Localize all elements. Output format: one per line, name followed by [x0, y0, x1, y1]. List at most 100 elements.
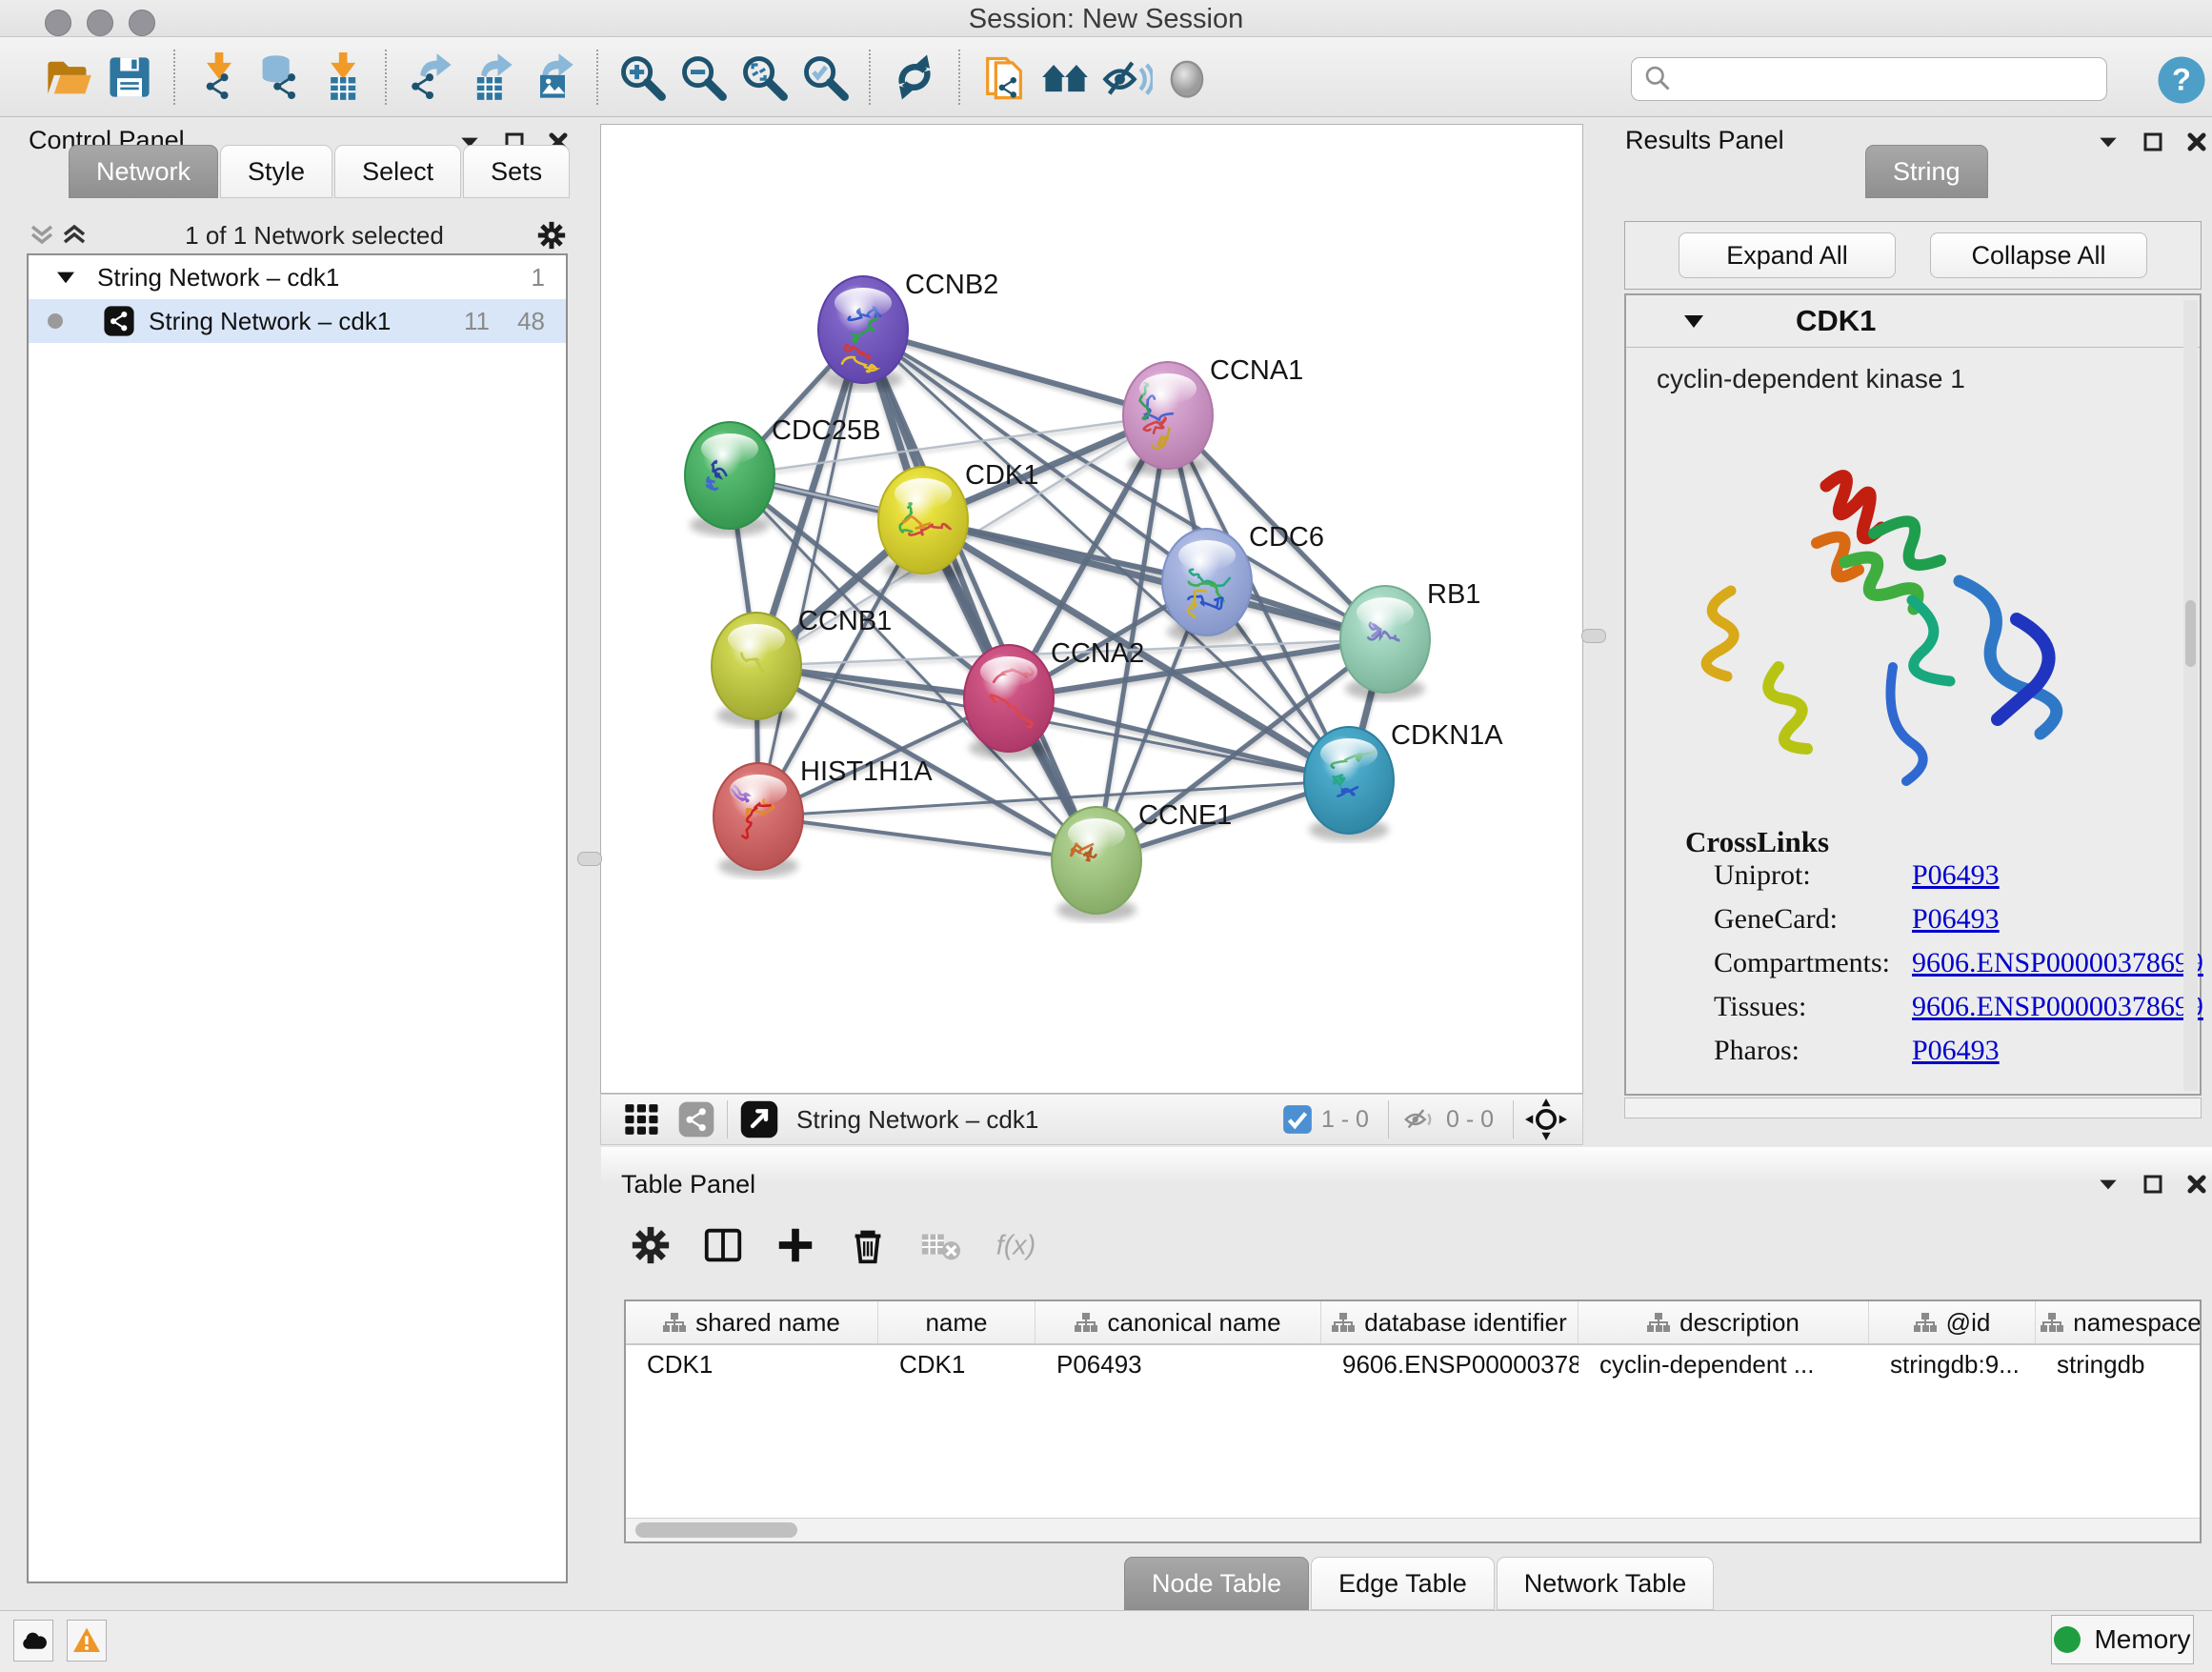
tab-network[interactable]: Network: [69, 145, 218, 198]
crosslink-link[interactable]: 9606.ENSP00000378699: [1912, 991, 2203, 1023]
split-columns-icon[interactable]: [701, 1223, 745, 1267]
table-hscrollbar[interactable]: [626, 1518, 2200, 1541]
gene-caret-icon[interactable]: [1681, 312, 1706, 331]
column-header-id[interactable]: @id: [1869, 1301, 2036, 1343]
gear-icon[interactable]: [629, 1223, 673, 1267]
network-share-icon[interactable]: [677, 1100, 715, 1138]
crosslink-link[interactable]: P06493: [1912, 1035, 2000, 1067]
network-edge[interactable]: [758, 330, 863, 816]
crosslink-row: GeneCard:P06493: [1626, 903, 2200, 947]
column-header-database-identifier[interactable]: database identifier: [1321, 1301, 1579, 1343]
add-column-icon[interactable]: [774, 1223, 817, 1267]
network-row-selected[interactable]: String Network – cdk1 11 48: [29, 299, 566, 343]
tab-node-table[interactable]: Node Table: [1124, 1557, 1309, 1610]
cell-description[interactable]: cyclin-dependent ...: [1579, 1345, 1869, 1383]
export-table-button[interactable]: [461, 47, 522, 108]
export-network-button[interactable]: [400, 47, 461, 108]
column-label: namespace: [2073, 1308, 2201, 1338]
import-network-button[interactable]: [189, 47, 250, 108]
column-header-canonical-name[interactable]: canonical name: [1036, 1301, 1321, 1343]
zoom-selected-button[interactable]: [794, 47, 855, 108]
column-header-namespace[interactable]: namespace: [2036, 1301, 2202, 1343]
cell-database-identifier[interactable]: 9606.ENSP00000378699: [1321, 1345, 1579, 1383]
warnings-button[interactable]: [67, 1620, 107, 1662]
network-node-CCNA1[interactable]: CCNA1: [1123, 355, 1303, 476]
open-external-icon[interactable]: [739, 1099, 779, 1139]
cell-shared-name[interactable]: CDK1: [626, 1345, 878, 1383]
results-scrollbar-thumb[interactable]: [2185, 600, 2196, 667]
network-edge[interactable]: [758, 816, 1096, 860]
open-session-button[interactable]: [38, 47, 99, 108]
zoom-fit-button[interactable]: [734, 47, 794, 108]
shared-column-icon: [1914, 1312, 1937, 1333]
memory-button[interactable]: Memory: [2051, 1615, 2194, 1664]
cell-id[interactable]: stringdb:9...: [1869, 1345, 2036, 1383]
zoom-in-button[interactable]: [612, 47, 673, 108]
float-panel-icon[interactable]: [2142, 1173, 2164, 1196]
table-row[interactable]: CDK1CDK1P064939606.ENSP00000378699cyclin…: [626, 1345, 2200, 1383]
node-label: RB1: [1427, 579, 1480, 610]
crosslink-row: Tissues:9606.ENSP00000378699: [1626, 991, 2200, 1035]
save-session-icon: [105, 52, 154, 102]
expand-all-button[interactable]: Expand All: [1679, 232, 1896, 278]
search-input[interactable]: [1676, 59, 2106, 99]
gene-header-row[interactable]: CDK1: [1626, 295, 2200, 348]
network-options-gear-icon[interactable]: [535, 219, 568, 252]
network-collection-row[interactable]: String Network – cdk1 1: [29, 255, 566, 299]
collapse-panel-icon[interactable]: [2096, 130, 2121, 154]
tab-network-table[interactable]: Network Table: [1497, 1557, 1715, 1610]
left-splitter-handle[interactable]: [577, 852, 602, 866]
network-canvas[interactable]: CCNB2CCNA1CDC25BCDK1CDC6RB1CCNB1CCNA2CDK…: [600, 124, 1583, 1094]
cell-canonical-name[interactable]: P06493: [1036, 1345, 1321, 1383]
cloud-button[interactable]: [13, 1620, 53, 1662]
birdseye-grid-icon[interactable]: [622, 1100, 660, 1138]
collapse-panel-icon[interactable]: [2096, 1172, 2121, 1197]
preview-button[interactable]: [1156, 47, 1217, 108]
cell-name[interactable]: CDK1: [878, 1345, 1036, 1383]
cell-namespace[interactable]: stringdb: [2036, 1345, 2202, 1383]
table-hscroll-thumb[interactable]: [635, 1522, 797, 1538]
network-node-CCNB1[interactable]: CCNB1: [712, 606, 892, 727]
tab-sets[interactable]: Sets: [463, 145, 570, 198]
close-panel-icon[interactable]: [2185, 1173, 2208, 1196]
refresh-button[interactable]: [884, 47, 945, 108]
import-network-database-button[interactable]: [250, 47, 311, 108]
tab-style[interactable]: Style: [220, 145, 332, 198]
column-header-name[interactable]: name: [878, 1301, 1036, 1343]
selected-checkbox-icon[interactable]: [1281, 1103, 1314, 1136]
close-panel-icon[interactable]: [2185, 131, 2208, 153]
help-button[interactable]: ?: [2155, 53, 2208, 107]
hide-panels-button[interactable]: [1096, 47, 1156, 108]
export-image-button[interactable]: [522, 47, 583, 108]
column-label: name: [925, 1308, 987, 1338]
right-splitter-handle[interactable]: [1581, 629, 1606, 643]
collapse-expand-chevrons[interactable]: [27, 221, 93, 250]
column-header-description[interactable]: description: [1579, 1301, 1869, 1343]
network-node-CDK1[interactable]: CDK1: [878, 460, 1038, 581]
zoom-out-button[interactable]: [673, 47, 734, 108]
network-node-CDKN1A[interactable]: CDKN1A: [1304, 720, 1503, 841]
collection-caret-icon[interactable]: [55, 269, 76, 286]
crosslink-link[interactable]: P06493: [1912, 903, 2000, 936]
tab-select[interactable]: Select: [334, 145, 461, 198]
network-node-CCNE1[interactable]: CCNE1: [1052, 800, 1232, 921]
home-button[interactable]: [1035, 47, 1096, 108]
import-table-button[interactable]: [311, 47, 372, 108]
results-scrollbar-track[interactable]: [2183, 300, 2198, 1091]
crosslink-link[interactable]: P06493: [1912, 859, 2000, 892]
network-node-CDC6[interactable]: CDC6: [1162, 522, 1324, 643]
node-label: HIST1H1A: [800, 756, 933, 787]
network-node-HIST1H1A[interactable]: HIST1H1A: [714, 756, 933, 877]
column-header-shared-name[interactable]: shared name: [626, 1301, 878, 1343]
tab-string[interactable]: String: [1865, 145, 1988, 198]
node-label: CDKN1A: [1391, 720, 1503, 751]
delete-column-icon[interactable]: [846, 1223, 890, 1267]
crosshair-icon[interactable]: [1525, 1098, 1567, 1140]
save-session-button[interactable]: [99, 47, 160, 108]
crosslink-link[interactable]: 9606.ENSP00000378699: [1912, 947, 2203, 979]
clone-network-button[interactable]: [974, 47, 1035, 108]
tab-edge-table[interactable]: Edge Table: [1311, 1557, 1495, 1610]
collapse-all-button[interactable]: Collapse All: [1930, 232, 2147, 278]
network-node-RB1[interactable]: RB1: [1340, 579, 1480, 700]
float-panel-icon[interactable]: [2142, 131, 2164, 153]
